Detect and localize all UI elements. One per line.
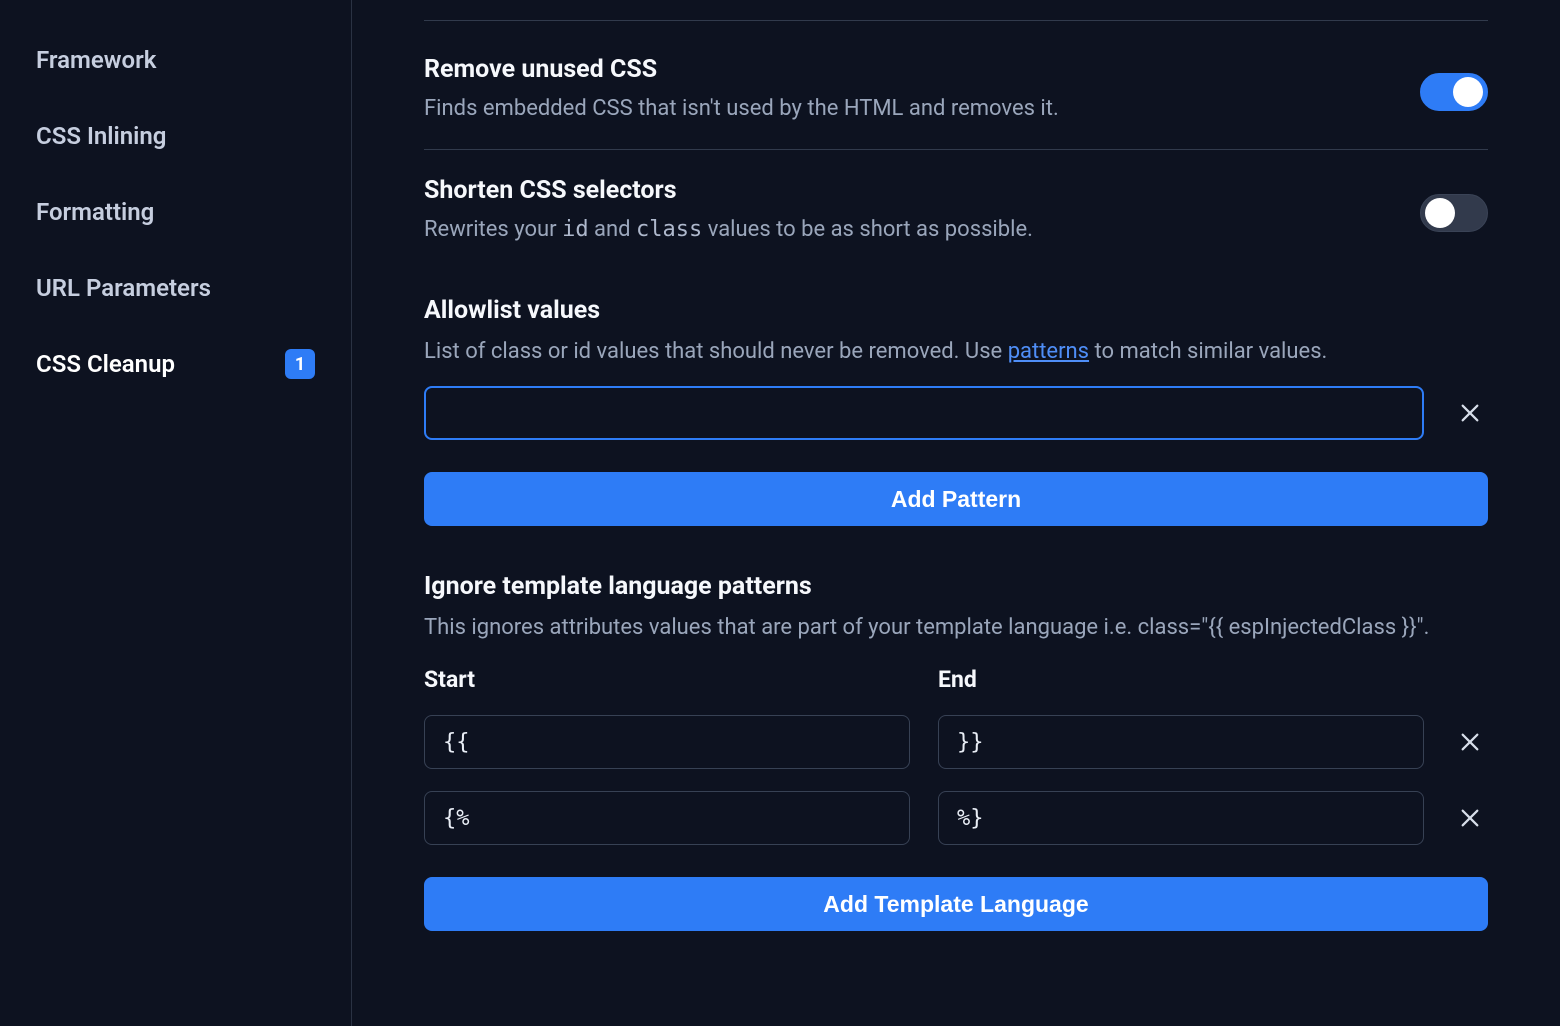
section-allowlist: Allowlist values List of class or id val… xyxy=(424,296,1488,526)
setting-text: Remove unused CSS Finds embedded CSS tha… xyxy=(424,55,1380,125)
template-end-input[interactable] xyxy=(938,715,1424,769)
template-columns-header: Start End xyxy=(424,666,1488,693)
close-icon xyxy=(1459,731,1481,753)
text-fragment: Rewrites your xyxy=(424,217,562,242)
section-title: Allowlist values xyxy=(424,296,1488,325)
toggle-knob xyxy=(1453,77,1483,107)
remove-allowlist-button[interactable] xyxy=(1452,395,1488,431)
setting-description: Finds embedded CSS that isn't used by th… xyxy=(424,92,1380,125)
section-title: Ignore template language patterns xyxy=(424,572,1488,601)
section-template-patterns: Ignore template language patterns This i… xyxy=(424,572,1488,931)
setting-title: Shorten CSS selectors xyxy=(424,176,1380,205)
setting-shorten-selectors: Shorten CSS selectors Rewrites your id a… xyxy=(424,170,1488,250)
setting-title: Remove unused CSS xyxy=(424,55,1380,84)
sidebar-item-url-parameters[interactable]: URL Parameters xyxy=(36,256,315,320)
sidebar-item-formatting[interactable]: Formatting xyxy=(36,180,315,244)
toggle-shorten-selectors[interactable] xyxy=(1420,194,1488,232)
toggle-remove-unused-css[interactable] xyxy=(1420,73,1488,111)
sidebar-badge: 1 xyxy=(285,349,315,379)
sidebar-item-label: URL Parameters xyxy=(36,274,211,302)
sidebar-item-label: CSS Inlining xyxy=(36,122,166,150)
toggle-knob xyxy=(1425,198,1455,228)
divider xyxy=(424,20,1488,21)
section-description: This ignores attributes values that are … xyxy=(424,611,1488,644)
settings-panel: Remove unused CSS Finds embedded CSS tha… xyxy=(352,0,1560,1026)
template-end-input[interactable] xyxy=(938,791,1424,845)
add-pattern-button[interactable]: Add Pattern xyxy=(424,472,1488,526)
sidebar: Framework CSS Inlining Formatting URL Pa… xyxy=(0,0,352,1026)
code-class: class xyxy=(636,217,702,242)
section-description: List of class or id values that should n… xyxy=(424,335,1488,368)
remove-template-row-button[interactable] xyxy=(1452,800,1488,836)
template-pattern-row xyxy=(424,791,1488,845)
sidebar-item-label: Formatting xyxy=(36,198,154,226)
sidebar-item-css-cleanup[interactable]: CSS Cleanup 1 xyxy=(36,332,315,396)
allowlist-input[interactable] xyxy=(424,386,1424,440)
setting-remove-unused-css: Remove unused CSS Finds embedded CSS tha… xyxy=(424,49,1488,129)
sidebar-item-css-inlining[interactable]: CSS Inlining xyxy=(36,104,315,168)
sidebar-item-framework[interactable]: Framework xyxy=(36,28,315,92)
end-column-label: End xyxy=(938,666,1424,693)
close-icon xyxy=(1459,402,1481,424)
allowlist-input-row xyxy=(424,386,1488,440)
template-pattern-row xyxy=(424,715,1488,769)
setting-text: Shorten CSS selectors Rewrites your id a… xyxy=(424,176,1380,246)
add-template-language-button[interactable]: Add Template Language xyxy=(424,877,1488,931)
divider xyxy=(424,149,1488,150)
text-fragment: and xyxy=(589,217,636,242)
close-icon xyxy=(1459,807,1481,829)
text-fragment: values to be as short as possible. xyxy=(702,217,1033,242)
sidebar-item-label: Framework xyxy=(36,46,156,74)
text-fragment: List of class or id values that should n… xyxy=(424,339,1008,364)
setting-description: Rewrites your id and class values to be … xyxy=(424,213,1380,246)
template-start-input[interactable] xyxy=(424,715,910,769)
template-start-input[interactable] xyxy=(424,791,910,845)
code-id: id xyxy=(562,217,589,242)
patterns-link[interactable]: patterns xyxy=(1008,339,1089,364)
start-column-label: Start xyxy=(424,666,910,693)
remove-template-row-button[interactable] xyxy=(1452,724,1488,760)
text-fragment: to match similar values. xyxy=(1089,339,1327,364)
sidebar-list: Framework CSS Inlining Formatting URL Pa… xyxy=(36,28,315,396)
sidebar-item-label: CSS Cleanup xyxy=(36,350,175,378)
